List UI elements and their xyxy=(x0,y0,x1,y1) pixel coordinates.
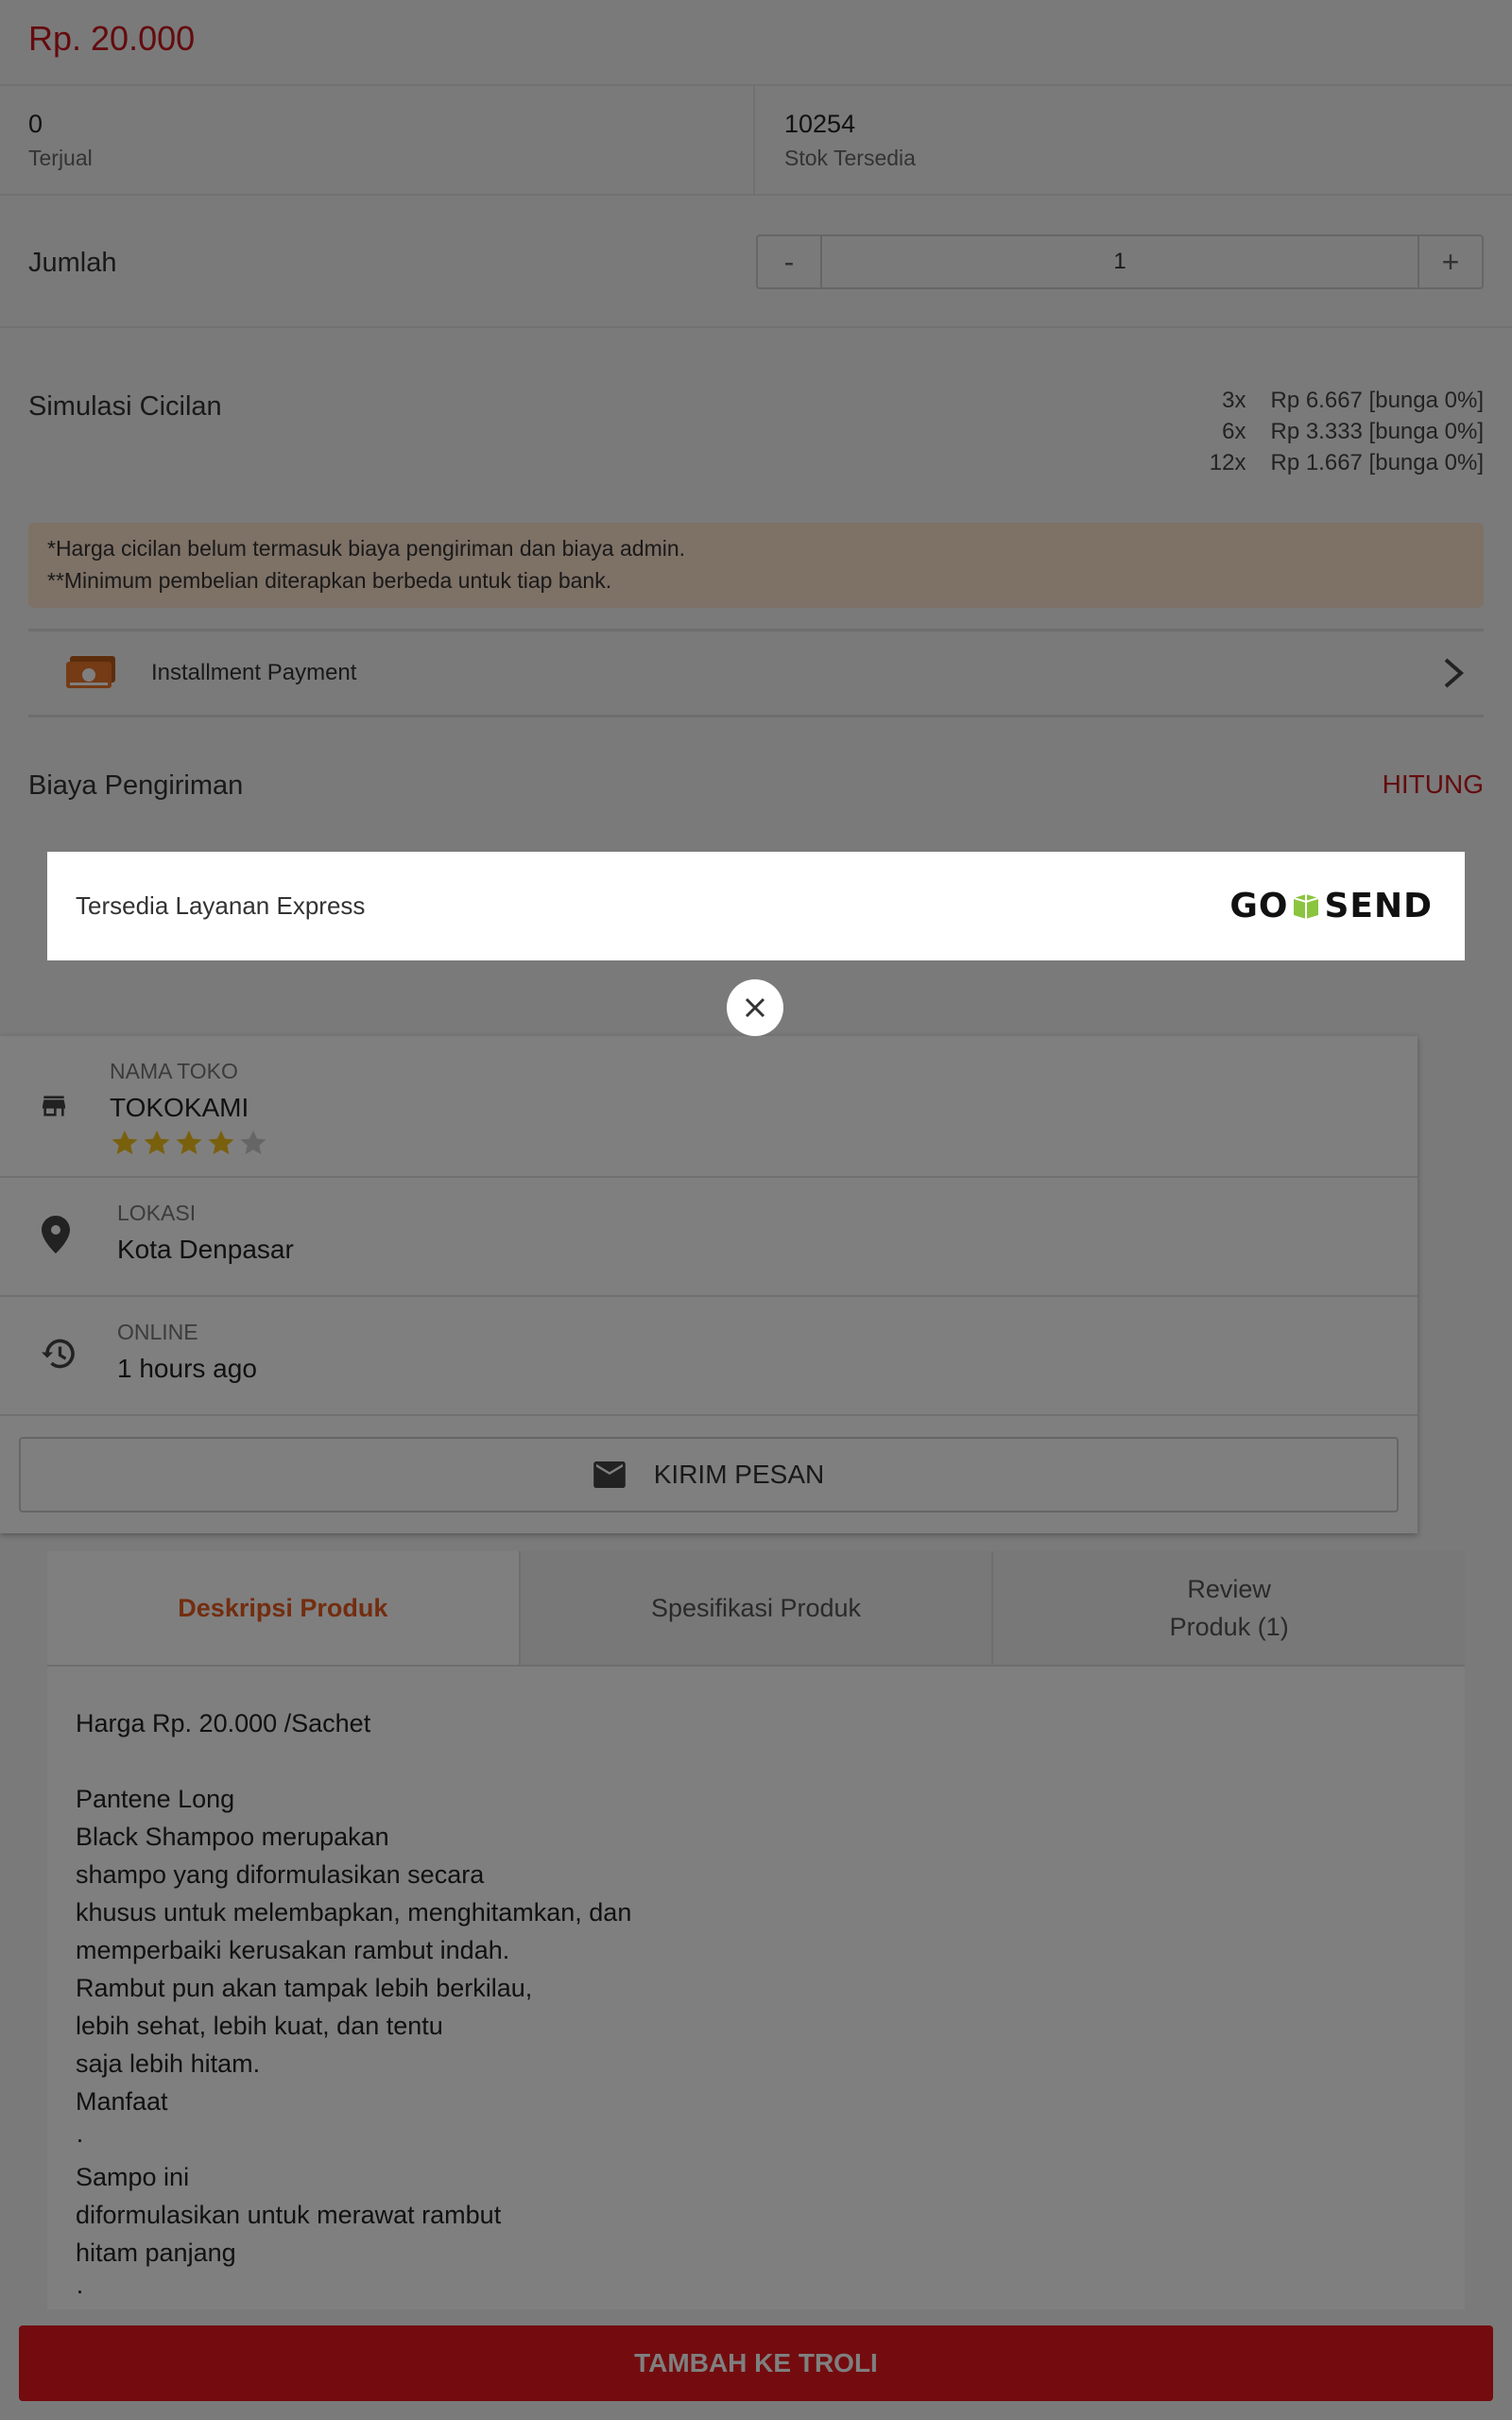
modal-backdrop[interactable] xyxy=(0,0,1512,2420)
close-popup-button[interactable] xyxy=(727,979,783,1036)
gosend-logo: GO SEND xyxy=(1229,887,1433,925)
express-service-popup: Tersedia Layanan Express GO SEND xyxy=(47,852,1465,960)
gosend-box-icon xyxy=(1294,893,1319,919)
close-icon xyxy=(745,997,765,1018)
express-service-text: Tersedia Layanan Express xyxy=(76,891,366,920)
gosend-logo-send: SEND xyxy=(1324,887,1433,925)
gosend-logo-go: GO xyxy=(1229,887,1289,925)
